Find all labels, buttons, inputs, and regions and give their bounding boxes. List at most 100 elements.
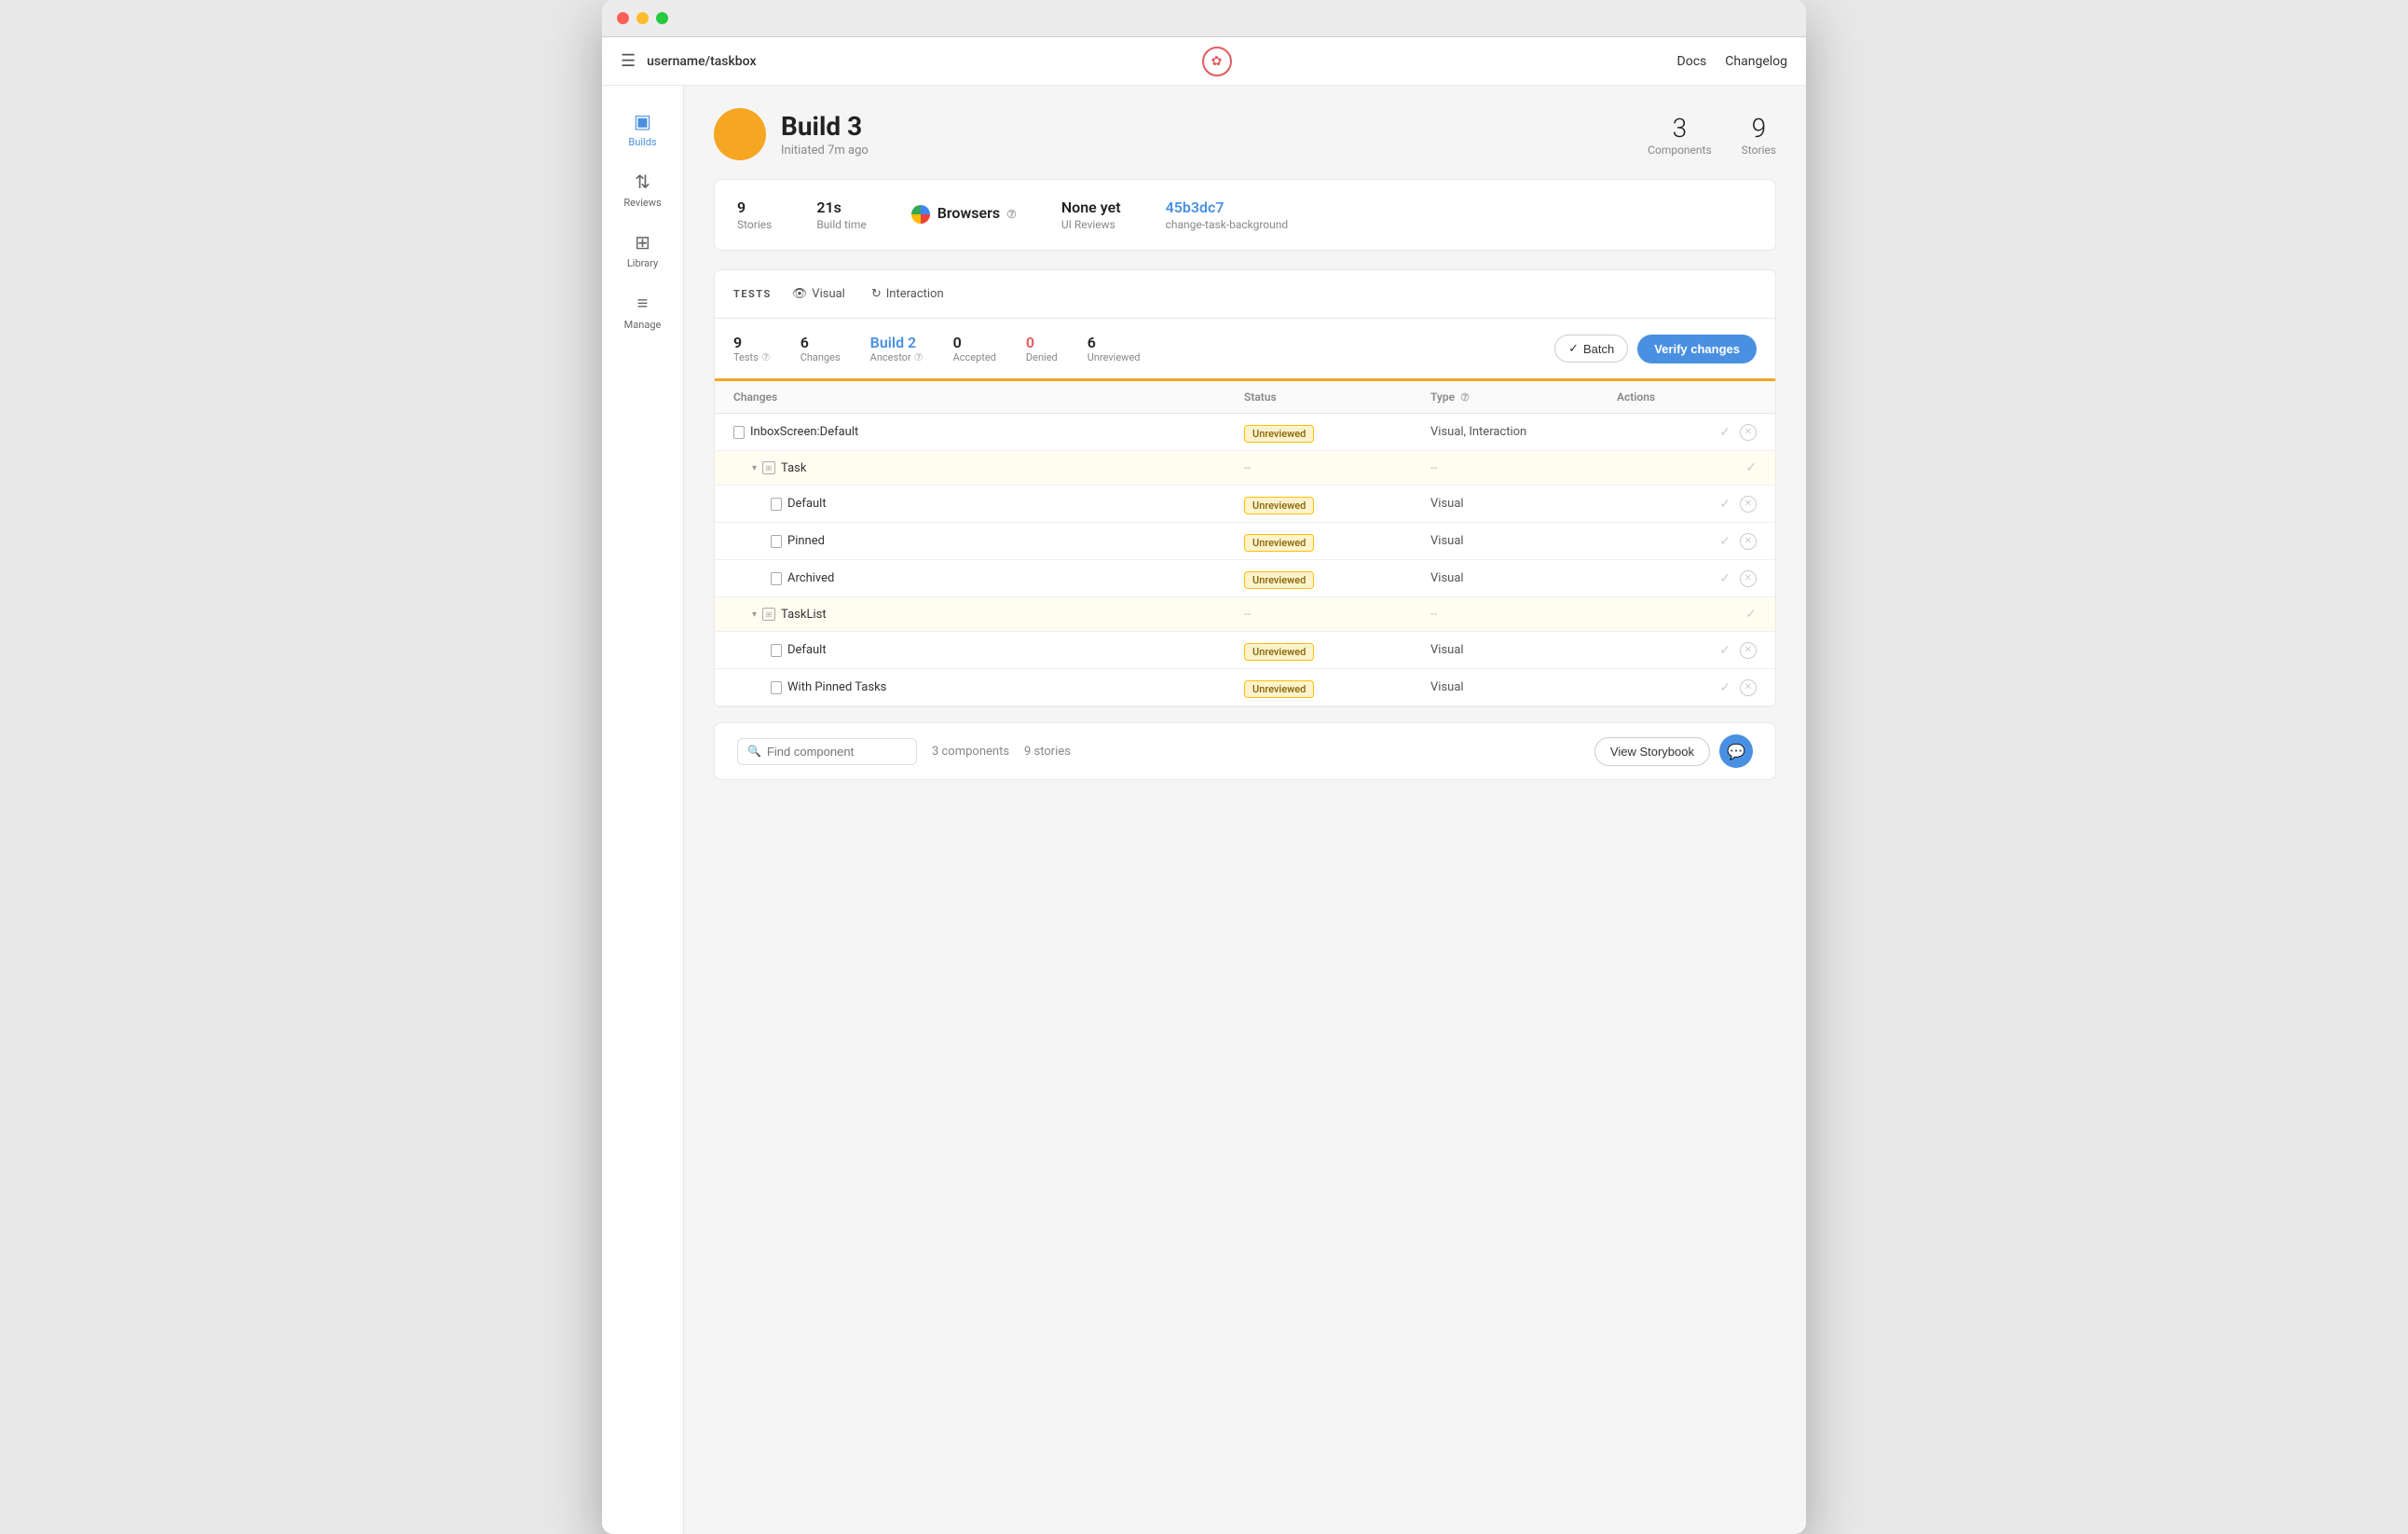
buildtime-label: Build time bbox=[816, 218, 866, 231]
batch-button[interactable]: ✓ Batch bbox=[1554, 335, 1628, 363]
row-name: Default bbox=[733, 643, 1244, 657]
browsers-value: Browsers ⑦ bbox=[911, 204, 1017, 224]
stories-label: Stories bbox=[1742, 144, 1776, 157]
deny-icon[interactable]: ✕ bbox=[1740, 424, 1757, 441]
row-name: Default bbox=[733, 497, 1244, 511]
changes-count: 6 bbox=[800, 334, 841, 351]
stories-info: 9 Stories bbox=[737, 199, 772, 231]
maximize-button[interactable] bbox=[656, 12, 668, 24]
deny-icon[interactable]: ✕ bbox=[1740, 642, 1757, 659]
component-icon: ⊞ bbox=[762, 608, 775, 621]
table-row: With Pinned Tasks Unreviewed Visual ✓ ✕ bbox=[715, 669, 1775, 706]
expand-icon[interactable]: ▾ bbox=[752, 609, 757, 620]
changes-stat: 6 Changes bbox=[800, 334, 841, 363]
chat-button[interactable]: 💬 bbox=[1719, 734, 1753, 768]
tests-title: TESTS bbox=[733, 288, 772, 300]
sidebar-item-builds[interactable]: ▣ Builds bbox=[609, 101, 677, 158]
deny-icon[interactable]: ✕ bbox=[1740, 570, 1757, 587]
tab-visual[interactable]: 👁 Visual bbox=[787, 285, 851, 303]
sidebar: ▣ Builds ⇅ Reviews ⊞ Library ≡ Manage bbox=[602, 86, 684, 1534]
tab-visual-label: Visual bbox=[812, 287, 845, 301]
story-icon bbox=[771, 535, 782, 548]
topbar-right: Docs Changelog bbox=[1677, 54, 1787, 69]
commit-branch: change-task-background bbox=[1166, 218, 1289, 231]
col-changes: Changes bbox=[733, 390, 1244, 404]
row-actions: ✓ ✕ bbox=[1617, 642, 1757, 659]
tests-section: TESTS 👁 Visual ↻ Interaction 9 bbox=[714, 269, 1776, 707]
builds-icon: ▣ bbox=[634, 110, 651, 132]
buildtime-info: 21s Build time bbox=[816, 199, 866, 231]
stories-info-label: Stories bbox=[737, 218, 772, 231]
components-label: Components bbox=[1648, 144, 1712, 157]
story-icon bbox=[733, 426, 745, 439]
col-actions: Actions bbox=[1617, 390, 1757, 404]
chat-icon: 💬 bbox=[1727, 743, 1745, 760]
row-type: Visual bbox=[1430, 534, 1617, 548]
row-actions: ✓ ✕ bbox=[1617, 679, 1757, 696]
accepted-stat: 0 Accepted bbox=[953, 334, 996, 363]
row-status: Unreviewed bbox=[1244, 532, 1430, 550]
unreviewed-badge: Unreviewed bbox=[1244, 425, 1314, 443]
tab-interaction[interactable]: ↻ Interaction bbox=[866, 285, 950, 303]
row-status: Unreviewed bbox=[1244, 678, 1430, 696]
sidebar-item-manage[interactable]: ≡ Manage bbox=[609, 282, 677, 340]
expand-icon[interactable]: ▾ bbox=[752, 463, 757, 473]
table-row: Archived Unreviewed Visual ✓ ✕ bbox=[715, 560, 1775, 597]
sidebar-item-library[interactable]: ⊞ Library bbox=[609, 222, 677, 279]
verify-button[interactable]: Verify changes bbox=[1637, 335, 1757, 363]
sidebar-label-manage: Manage bbox=[624, 319, 662, 331]
row-name: InboxScreen:Default bbox=[733, 425, 1244, 439]
row-type: Visual bbox=[1430, 680, 1617, 694]
accept-icon[interactable]: ✓ bbox=[1719, 497, 1731, 512]
tests-actions: ✓ Batch Verify changes bbox=[1554, 335, 1757, 363]
accept-icon[interactable]: ✓ bbox=[1745, 607, 1757, 622]
build-header: Build 3 Initiated 7m ago 3 Components 9 … bbox=[714, 108, 1776, 160]
menu-icon[interactable]: ☰ bbox=[621, 51, 636, 71]
unreviewed-count: 6 bbox=[1088, 334, 1141, 351]
titlebar bbox=[602, 0, 1806, 37]
components-info: 3 components bbox=[932, 745, 1009, 759]
accept-icon[interactable]: ✓ bbox=[1719, 534, 1731, 549]
accept-icon[interactable]: ✓ bbox=[1719, 425, 1731, 440]
main-content: Build 3 Initiated 7m ago 3 Components 9 … bbox=[684, 86, 1806, 1534]
chrome-icon bbox=[911, 205, 930, 224]
changelog-link[interactable]: Changelog bbox=[1725, 54, 1787, 69]
accept-icon[interactable]: ✓ bbox=[1719, 643, 1731, 658]
tests-header: TESTS 👁 Visual ↻ Interaction bbox=[715, 270, 1775, 319]
interaction-icon: ↻ bbox=[871, 287, 882, 301]
table-header: Changes Status Type ⑦ Actions bbox=[715, 381, 1775, 414]
row-actions: ✓ ✕ bbox=[1617, 533, 1757, 550]
view-storybook-button[interactable]: View Storybook bbox=[1594, 737, 1710, 766]
minimize-button[interactable] bbox=[636, 12, 649, 24]
reviews-icon: ⇅ bbox=[635, 171, 650, 193]
commit-link[interactable]: 45b3dc7 bbox=[1166, 199, 1225, 216]
accept-icon[interactable]: ✓ bbox=[1719, 680, 1731, 695]
sidebar-item-reviews[interactable]: ⇅ Reviews bbox=[609, 161, 677, 218]
row-name: ▾ ⊞ Task bbox=[733, 461, 1244, 475]
topbar-center: ✿ bbox=[757, 47, 1677, 76]
ancestor-link[interactable]: Build 2 bbox=[870, 334, 924, 351]
footer: 🔍 3 components 9 stories View Storybook … bbox=[714, 722, 1776, 780]
close-button[interactable] bbox=[617, 12, 629, 24]
deny-icon[interactable]: ✕ bbox=[1740, 533, 1757, 550]
story-icon bbox=[771, 644, 782, 657]
commit-info: 45b3dc7 change-task-background bbox=[1166, 199, 1289, 231]
sidebar-label-builds: Builds bbox=[628, 136, 656, 148]
story-icon bbox=[771, 681, 782, 694]
manage-icon: ≡ bbox=[637, 292, 649, 315]
stories-value: 9 bbox=[737, 199, 772, 216]
row-type: Visual, Interaction bbox=[1430, 425, 1617, 439]
docs-link[interactable]: Docs bbox=[1677, 54, 1707, 69]
table-row: ▾ ⊞ Task -- -- ✓ bbox=[715, 451, 1775, 486]
accept-icon[interactable]: ✓ bbox=[1719, 571, 1731, 586]
type-info-icon: ⑦ bbox=[1460, 391, 1470, 404]
unreviewed-badge: Unreviewed bbox=[1244, 534, 1314, 552]
deny-icon[interactable]: ✕ bbox=[1740, 679, 1757, 696]
deny-icon[interactable]: ✕ bbox=[1740, 496, 1757, 513]
accept-icon[interactable]: ✓ bbox=[1745, 460, 1757, 475]
info-card: 9 Stories 21s Build time Browsers ⑦ bbox=[714, 179, 1776, 251]
search-input[interactable] bbox=[767, 745, 907, 759]
library-icon: ⊞ bbox=[635, 231, 650, 253]
unreviewed-badge: Unreviewed bbox=[1244, 680, 1314, 698]
table-row: Default Unreviewed Visual ✓ ✕ bbox=[715, 486, 1775, 523]
